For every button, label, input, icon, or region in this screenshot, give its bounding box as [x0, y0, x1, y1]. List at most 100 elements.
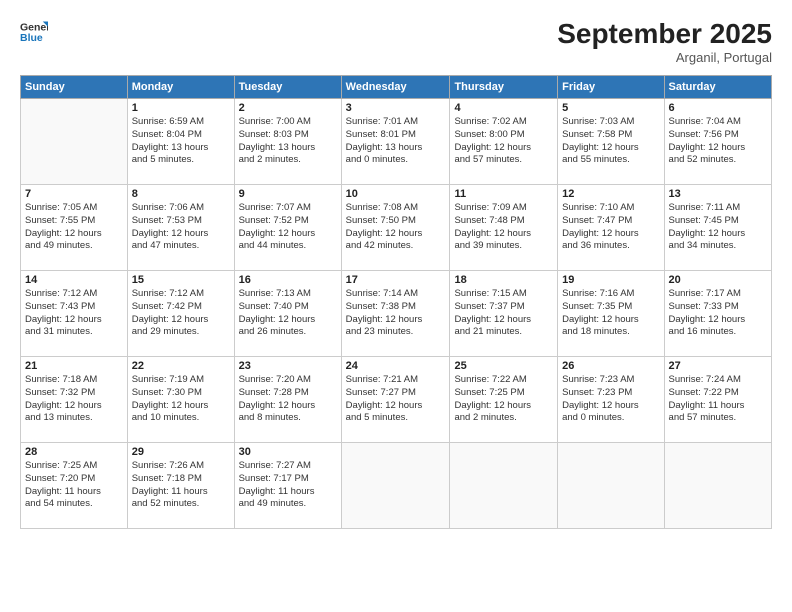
- day-info: Sunrise: 7:22 AM Sunset: 7:25 PM Dayligh…: [454, 374, 553, 425]
- calendar-cell: 7 Sunrise: 7:05 AM Sunset: 7:55 PM Daylig…: [21, 185, 128, 271]
- calendar-week-3: 21 Sunrise: 7:18 AM Sunset: 7:32 PM Dayli…: [21, 357, 772, 443]
- day-number: 5: [562, 102, 659, 114]
- day-info: Sunrise: 7:02 AM Sunset: 8:00 PM Dayligh…: [454, 116, 553, 167]
- calendar-week-1: 7 Sunrise: 7:05 AM Sunset: 7:55 PM Daylig…: [21, 185, 772, 271]
- day-number: 24: [346, 360, 446, 372]
- day-info: Sunrise: 7:21 AM Sunset: 7:27 PM Dayligh…: [346, 374, 446, 425]
- calendar-week-4: 28 Sunrise: 7:25 AM Sunset: 7:20 PM Dayli…: [21, 443, 772, 529]
- calendar-cell: [450, 443, 558, 529]
- location: Arganil, Portugal: [557, 50, 772, 65]
- day-info: Sunrise: 7:15 AM Sunset: 7:37 PM Dayligh…: [454, 288, 553, 339]
- day-number: 25: [454, 360, 553, 372]
- header-cell-saturday: Saturday: [664, 76, 771, 99]
- calendar-cell: 8 Sunrise: 7:06 AM Sunset: 7:53 PM Daylig…: [127, 185, 234, 271]
- day-number: 28: [25, 446, 123, 458]
- day-info: Sunrise: 7:08 AM Sunset: 7:50 PM Dayligh…: [346, 202, 446, 253]
- day-number: 21: [25, 360, 123, 372]
- day-number: 27: [669, 360, 767, 372]
- calendar-cell: 3 Sunrise: 7:01 AM Sunset: 8:01 PM Daylig…: [341, 99, 450, 185]
- day-number: 3: [346, 102, 446, 114]
- day-info: Sunrise: 7:04 AM Sunset: 7:56 PM Dayligh…: [669, 116, 767, 167]
- calendar-cell: 20Sunrise: 7:17 AM Sunset: 7:33 PM Dayli…: [664, 271, 771, 357]
- calendar-cell: 17Sunrise: 7:14 AM Sunset: 7:38 PM Dayli…: [341, 271, 450, 357]
- logo-icon: General Blue: [20, 18, 48, 46]
- day-info: Sunrise: 7:13 AM Sunset: 7:40 PM Dayligh…: [239, 288, 337, 339]
- day-info: Sunrise: 7:12 AM Sunset: 7:43 PM Dayligh…: [25, 288, 123, 339]
- day-info: Sunrise: 7:23 AM Sunset: 7:23 PM Dayligh…: [562, 374, 659, 425]
- day-info: Sunrise: 7:26 AM Sunset: 7:18 PM Dayligh…: [132, 460, 230, 511]
- day-info: Sunrise: 7:16 AM Sunset: 7:35 PM Dayligh…: [562, 288, 659, 339]
- calendar-table: SundayMondayTuesdayWednesdayThursdayFrid…: [20, 75, 772, 529]
- day-number: 2: [239, 102, 337, 114]
- day-info: Sunrise: 7:12 AM Sunset: 7:42 PM Dayligh…: [132, 288, 230, 339]
- day-info: Sunrise: 7:00 AM Sunset: 8:03 PM Dayligh…: [239, 116, 337, 167]
- calendar-cell: 9 Sunrise: 7:07 AM Sunset: 7:52 PM Daylig…: [234, 185, 341, 271]
- day-info: Sunrise: 7:01 AM Sunset: 8:01 PM Dayligh…: [346, 116, 446, 167]
- day-number: 29: [132, 446, 230, 458]
- day-number: 7: [25, 188, 123, 200]
- day-number: 8: [132, 188, 230, 200]
- day-info: Sunrise: 7:19 AM Sunset: 7:30 PM Dayligh…: [132, 374, 230, 425]
- calendar-cell: 1Sunrise: 6:59 AM Sunset: 8:04 PM Daylig…: [127, 99, 234, 185]
- calendar-cell: 29 Sunrise: 7:26 AM Sunset: 7:18 PM Dayli…: [127, 443, 234, 529]
- header-cell-friday: Friday: [558, 76, 664, 99]
- calendar-cell: 11 Sunrise: 7:09 AM Sunset: 7:48 PM Dayli…: [450, 185, 558, 271]
- day-info: Sunrise: 7:03 AM Sunset: 7:58 PM Dayligh…: [562, 116, 659, 167]
- day-number: 11: [454, 188, 553, 200]
- day-number: 22: [132, 360, 230, 372]
- day-info: Sunrise: 6:59 AM Sunset: 8:04 PM Dayligh…: [132, 116, 230, 167]
- calendar-cell: 30 Sunrise: 7:27 AM Sunset: 7:17 PM Dayli…: [234, 443, 341, 529]
- day-number: 16: [239, 274, 337, 286]
- calendar-cell: 23 Sunrise: 7:20 AM Sunset: 7:28 PM Dayli…: [234, 357, 341, 443]
- day-info: Sunrise: 7:07 AM Sunset: 7:52 PM Dayligh…: [239, 202, 337, 253]
- calendar-cell: [21, 99, 128, 185]
- svg-text:Blue: Blue: [20, 32, 43, 44]
- day-info: Sunrise: 7:05 AM Sunset: 7:55 PM Dayligh…: [25, 202, 123, 253]
- day-number: 30: [239, 446, 337, 458]
- day-info: Sunrise: 7:24 AM Sunset: 7:22 PM Dayligh…: [669, 374, 767, 425]
- calendar-cell: 27 Sunrise: 7:24 AM Sunset: 7:22 PM Dayli…: [664, 357, 771, 443]
- logo: General Blue General Blue: [20, 18, 48, 46]
- month-title: September 2025: [557, 18, 772, 50]
- day-number: 19: [562, 274, 659, 286]
- day-number: 26: [562, 360, 659, 372]
- calendar-cell: 25 Sunrise: 7:22 AM Sunset: 7:25 PM Dayli…: [450, 357, 558, 443]
- calendar-cell: [558, 443, 664, 529]
- day-number: 18: [454, 274, 553, 286]
- calendar-cell: 12Sunrise: 7:10 AM Sunset: 7:47 PM Dayli…: [558, 185, 664, 271]
- calendar-cell: [341, 443, 450, 529]
- calendar-cell: 4 Sunrise: 7:02 AM Sunset: 8:00 PM Daylig…: [450, 99, 558, 185]
- header-cell-monday: Monday: [127, 76, 234, 99]
- header-cell-thursday: Thursday: [450, 76, 558, 99]
- calendar-cell: 19 Sunrise: 7:16 AM Sunset: 7:35 PM Dayli…: [558, 271, 664, 357]
- calendar-cell: 16 Sunrise: 7:13 AM Sunset: 7:40 PM Dayli…: [234, 271, 341, 357]
- day-info: Sunrise: 7:18 AM Sunset: 7:32 PM Dayligh…: [25, 374, 123, 425]
- day-number: 9: [239, 188, 337, 200]
- title-block: September 2025 Arganil, Portugal: [557, 18, 772, 65]
- calendar-cell: 15 Sunrise: 7:12 AM Sunset: 7:42 PM Dayli…: [127, 271, 234, 357]
- day-info: Sunrise: 7:25 AM Sunset: 7:20 PM Dayligh…: [25, 460, 123, 511]
- day-info: Sunrise: 7:09 AM Sunset: 7:48 PM Dayligh…: [454, 202, 553, 253]
- calendar-cell: 21 Sunrise: 7:18 AM Sunset: 7:32 PM Dayli…: [21, 357, 128, 443]
- calendar-cell: 26 Sunrise: 7:23 AM Sunset: 7:23 PM Dayli…: [558, 357, 664, 443]
- day-number: 23: [239, 360, 337, 372]
- day-number: 17: [346, 274, 446, 286]
- calendar-cell: 24 Sunrise: 7:21 AM Sunset: 7:27 PM Dayli…: [341, 357, 450, 443]
- day-number: 14: [25, 274, 123, 286]
- day-number: 6: [669, 102, 767, 114]
- calendar-cell: 5 Sunrise: 7:03 AM Sunset: 7:58 PM Daylig…: [558, 99, 664, 185]
- day-number: 4: [454, 102, 553, 114]
- header: General Blue General Blue September 2025…: [20, 18, 772, 65]
- day-number: 15: [132, 274, 230, 286]
- day-info: Sunrise: 7:10 AM Sunset: 7:47 PM Dayligh…: [562, 202, 659, 253]
- calendar-cell: 28 Sunrise: 7:25 AM Sunset: 7:20 PM Dayli…: [21, 443, 128, 529]
- header-cell-sunday: Sunday: [21, 76, 128, 99]
- day-info: Sunrise: 7:20 AM Sunset: 7:28 PM Dayligh…: [239, 374, 337, 425]
- day-info: Sunrise: 7:27 AM Sunset: 7:17 PM Dayligh…: [239, 460, 337, 511]
- page: General Blue General Blue September 2025…: [0, 0, 792, 612]
- calendar-cell: 2 Sunrise: 7:00 AM Sunset: 8:03 PM Daylig…: [234, 99, 341, 185]
- calendar-cell: 22 Sunrise: 7:19 AM Sunset: 7:30 PM Dayli…: [127, 357, 234, 443]
- calendar-cell: 18 Sunrise: 7:15 AM Sunset: 7:37 PM Dayli…: [450, 271, 558, 357]
- day-info: Sunrise: 7:17 AM Sunset: 7:33 PM Dayligh…: [669, 288, 767, 339]
- day-info: Sunrise: 7:06 AM Sunset: 7:53 PM Dayligh…: [132, 202, 230, 253]
